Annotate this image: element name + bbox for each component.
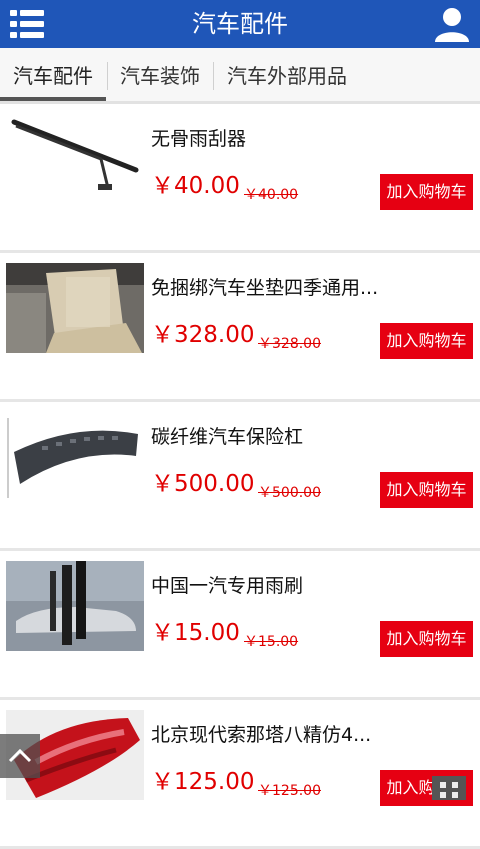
product-name[interactable]: 北京现代索那塔八精仿4...	[151, 720, 391, 747]
add-to-cart-button[interactable]: 加入购物车	[380, 174, 473, 210]
tab-auto-decoration[interactable]: 汽车装饰	[108, 48, 212, 101]
product-name[interactable]: 碳纤维汽车保险杠	[151, 422, 391, 449]
product-list: 无骨雨刮器 ￥40.00 ￥40.00 加入购物车 免捆绑汽车坐垫四季通用...…	[0, 104, 480, 849]
product-item[interactable]: 无骨雨刮器 ￥40.00 ￥40.00 加入购物车	[0, 104, 480, 253]
original-price: ￥15.00	[244, 634, 299, 650]
product-image-bumper[interactable]	[6, 412, 144, 502]
user-icon[interactable]	[432, 4, 472, 44]
tab-auto-parts[interactable]: 汽车配件	[0, 48, 106, 101]
add-to-cart-button[interactable]: 加入购物车	[380, 621, 473, 657]
chevron-up-icon	[0, 748, 40, 782]
grid-icon[interactable]	[432, 776, 466, 800]
product-name[interactable]: 中国一汽专用雨刷	[151, 571, 391, 598]
product-item[interactable]: 中国一汽专用雨刷 ￥15.00 ￥15.00 加入购物车	[0, 551, 480, 700]
add-to-cart-button[interactable]: 加入购物车	[380, 472, 473, 508]
product-price: ￥500.00	[151, 471, 255, 497]
product-price: ￥328.00	[151, 322, 255, 348]
product-image-rain-wiper[interactable]	[6, 561, 144, 651]
product-item[interactable]: 碳纤维汽车保险杠 ￥500.00 ￥500.00 加入购物车	[0, 402, 480, 551]
product-item[interactable]: 免捆绑汽车坐垫四季通用... ￥328.00 ￥328.00 加入购物车	[0, 253, 480, 402]
page-title: 汽车配件	[192, 10, 288, 38]
product-price: ￥125.00	[151, 769, 255, 795]
app-header: 汽车配件	[0, 0, 480, 48]
original-price: ￥328.00	[258, 336, 321, 352]
product-price: ￥15.00	[151, 620, 240, 646]
add-to-cart-button[interactable]: 加入购物车	[380, 323, 473, 359]
original-price: ￥500.00	[258, 485, 321, 501]
product-image-wiper-blade[interactable]	[6, 114, 144, 204]
product-name[interactable]: 无骨雨刮器	[151, 124, 391, 151]
product-item[interactable]: 北京现代索那塔八精仿4... ￥125.00 ￥125.00 加入购物车	[0, 700, 480, 849]
product-price: ￥40.00	[151, 173, 240, 199]
tab-exterior-supplies[interactable]: 汽车外部用品	[214, 48, 360, 101]
original-price: ￥40.00	[244, 187, 299, 203]
product-name[interactable]: 免捆绑汽车坐垫四季通用...	[151, 273, 391, 300]
product-image-seat-cushion[interactable]	[6, 263, 144, 353]
scroll-to-top-button[interactable]	[0, 734, 40, 778]
category-tabs: 汽车配件 汽车装饰 汽车外部用品	[0, 48, 480, 104]
original-price: ￥125.00	[258, 783, 321, 799]
